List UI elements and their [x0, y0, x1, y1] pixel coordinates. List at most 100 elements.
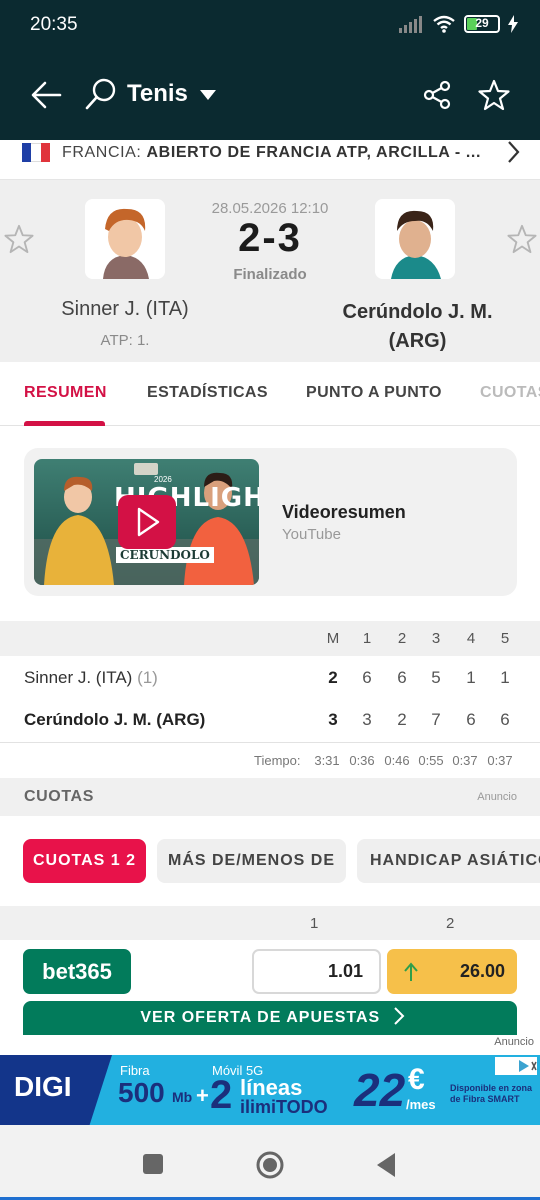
- video-source: YouTube: [282, 526, 341, 543]
- ad-note-1: Disponible en zona: [450, 1083, 533, 1093]
- col-set-5: 5: [500, 630, 510, 647]
- score-cell: 6: [362, 668, 372, 687]
- adchoices-icon[interactable]: [495, 1057, 537, 1075]
- ad-ilimitodo: ilimiTODO: [240, 1097, 328, 1117]
- chevron-right-icon: [393, 1007, 405, 1025]
- home-button[interactable]: [255, 1150, 285, 1180]
- favorite-star-icon[interactable]: [478, 79, 510, 111]
- tab-punto-a-punto[interactable]: PUNTO A PUNTO: [306, 384, 442, 402]
- chevron-down-icon[interactable]: [198, 88, 218, 102]
- video-title[interactable]: Videoresumen: [282, 502, 406, 523]
- match-tabs: RESUMEN ESTADÍSTICAS PUNTO A PUNTO CUOTA…: [0, 362, 540, 426]
- chip-cuotas-1-2[interactable]: CUOTAS 1 2: [23, 839, 146, 883]
- odds-title: CUOTAS: [24, 788, 94, 805]
- ad-speed: 500: [118, 1077, 165, 1108]
- tab-cuotas[interactable]: CUOTAS: [480, 384, 540, 401]
- app-header: 20:35 29 Tenis: [0, 0, 540, 140]
- play-icon: [137, 507, 160, 537]
- odds-col-2: 2: [446, 915, 455, 932]
- away-player-name[interactable]: Cerúndolo J. M. (ARG): [320, 298, 515, 356]
- ad-plus: +: [196, 1083, 209, 1108]
- chip-handicap[interactable]: HANDICAP ASIÁTICO: [357, 839, 540, 883]
- ad-label: Anuncio: [477, 791, 517, 803]
- ad-brand: DIGI: [14, 1071, 72, 1102]
- odds-col-1: 1: [310, 915, 319, 932]
- score-cell: 6: [397, 668, 407, 687]
- odd-button-2[interactable]: 26.00: [387, 949, 517, 994]
- back-button[interactable]: [375, 1152, 397, 1178]
- home-player-name[interactable]: Sinner J. (ITA): [40, 298, 210, 321]
- row-player-name: Sinner J. (ITA) (1): [24, 668, 158, 688]
- table-row[interactable]: Sinner J. (ITA) (1) 2 6 6 5 1 1: [0, 656, 540, 698]
- time-cell: 0:55: [418, 753, 444, 768]
- time-cell: 0:37: [487, 753, 513, 768]
- chevron-right-icon[interactable]: [504, 140, 522, 166]
- time-cell: 0:37: [452, 753, 478, 768]
- score-cell: 1: [466, 668, 476, 687]
- recents-button[interactable]: [143, 1154, 163, 1174]
- status-icons: 29: [398, 14, 518, 34]
- share-icon[interactable]: [422, 80, 452, 110]
- active-tab-indicator: [24, 421, 105, 426]
- col-match: M: [326, 630, 340, 647]
- play-button[interactable]: [118, 495, 176, 549]
- ad-note-2: de Fibra SMART: [450, 1094, 520, 1104]
- match-status: Finalizado: [233, 266, 307, 283]
- score-cell: 1: [500, 668, 510, 687]
- score-cell: 3: [362, 710, 372, 729]
- view-offer-button[interactable]: VER OFERTA DE APUESTAS: [23, 1001, 517, 1035]
- col-set-2: 2: [397, 630, 407, 647]
- time-cell: 3:31: [314, 753, 340, 768]
- odd-2-value: 26.00: [459, 961, 505, 981]
- ad-price: 22: [354, 1064, 406, 1116]
- breadcrumb-country: FRANCIA:: [62, 144, 142, 161]
- arrow-up-icon: [404, 962, 418, 981]
- video-thumb-player: CERUNDOLO: [116, 547, 214, 563]
- breadcrumb-text: FRANCIA: ABIERTO DE FRANCIA ATP, ARCILLA…: [62, 144, 481, 162]
- score-cell: 6: [500, 710, 510, 729]
- status-time: 20:35: [30, 14, 78, 35]
- video-highlight-card[interactable]: 2026 HIGHLIGHTS CERUNDOLO Videoresumen Y…: [24, 448, 517, 596]
- score-cell: 7: [431, 710, 441, 729]
- tab-resumen[interactable]: RESUMEN: [24, 384, 107, 402]
- time-cell: 0:36: [349, 753, 375, 768]
- table-row[interactable]: Cerúndolo J. M. (ARG) 3 3 2 7 6 6: [0, 698, 540, 742]
- odds-columns-header: 1 2: [0, 906, 540, 940]
- time-row: Tiempo: 3:31 0:36 0:46 0:55 0:37 0:37: [0, 742, 540, 778]
- ad-label: Anuncio: [494, 1036, 534, 1048]
- row-player-label: Sinner J. (ITA): [24, 668, 133, 687]
- match-header: 28.05.2026 12:10 2-3 Finalizado Sinner J…: [0, 180, 540, 362]
- chip-mas-menos[interactable]: MÁS DE/MENOS DE: [157, 839, 346, 883]
- match-score: 2-3: [238, 216, 302, 260]
- video-thumbnail[interactable]: 2026 HIGHLIGHTS CERUNDOLO: [34, 459, 259, 585]
- scoretable-header: M 1 2 3 4 5: [0, 621, 540, 656]
- back-arrow-icon[interactable]: [30, 80, 62, 110]
- wifi-icon: [433, 15, 455, 33]
- ad-currency: €: [408, 1063, 425, 1096]
- sport-title[interactable]: Tenis: [127, 80, 188, 108]
- france-flag-icon: [22, 143, 50, 162]
- score-cell: 3: [328, 710, 338, 729]
- battery-level: 29: [475, 16, 489, 30]
- time-cell: 0:46: [384, 753, 410, 768]
- home-player-rank: ATP: 1.: [100, 332, 150, 349]
- tennis-racket-icon: [85, 78, 116, 110]
- score-cell: 5: [431, 668, 441, 687]
- odd-button-1[interactable]: 1.01: [252, 949, 381, 994]
- ad-lines-num: 2: [210, 1073, 233, 1117]
- bet365-logo[interactable]: bet365: [23, 949, 131, 994]
- bookmaker-name: bet365: [42, 959, 112, 984]
- row-player-seed: (1): [137, 668, 158, 687]
- system-nav-bar: [0, 1125, 540, 1200]
- breadcrumb-tournament: ABIERTO DE FRANCIA ATP, ARCILLA - ...: [146, 144, 482, 161]
- view-offer-label: VER OFERTA DE APUESTAS: [140, 1009, 381, 1026]
- time-label: Tiempo:: [254, 753, 301, 768]
- col-set-4: 4: [466, 630, 476, 647]
- tab-estadisticas[interactable]: ESTADÍSTICAS: [147, 384, 268, 402]
- battery-icon: 29: [464, 15, 500, 33]
- match-datetime: 28.05.2026 12:10: [211, 200, 329, 217]
- ad-banner[interactable]: DIGI Fibra 500 Mb + Móvil 5G 2 líneas il…: [0, 1055, 540, 1125]
- tournament-breadcrumb[interactable]: FRANCIA: ABIERTO DE FRANCIA ATP, ARCILLA…: [0, 140, 540, 180]
- odds-section-header: CUOTAS Anuncio: [0, 778, 540, 816]
- charging-icon: [508, 15, 518, 33]
